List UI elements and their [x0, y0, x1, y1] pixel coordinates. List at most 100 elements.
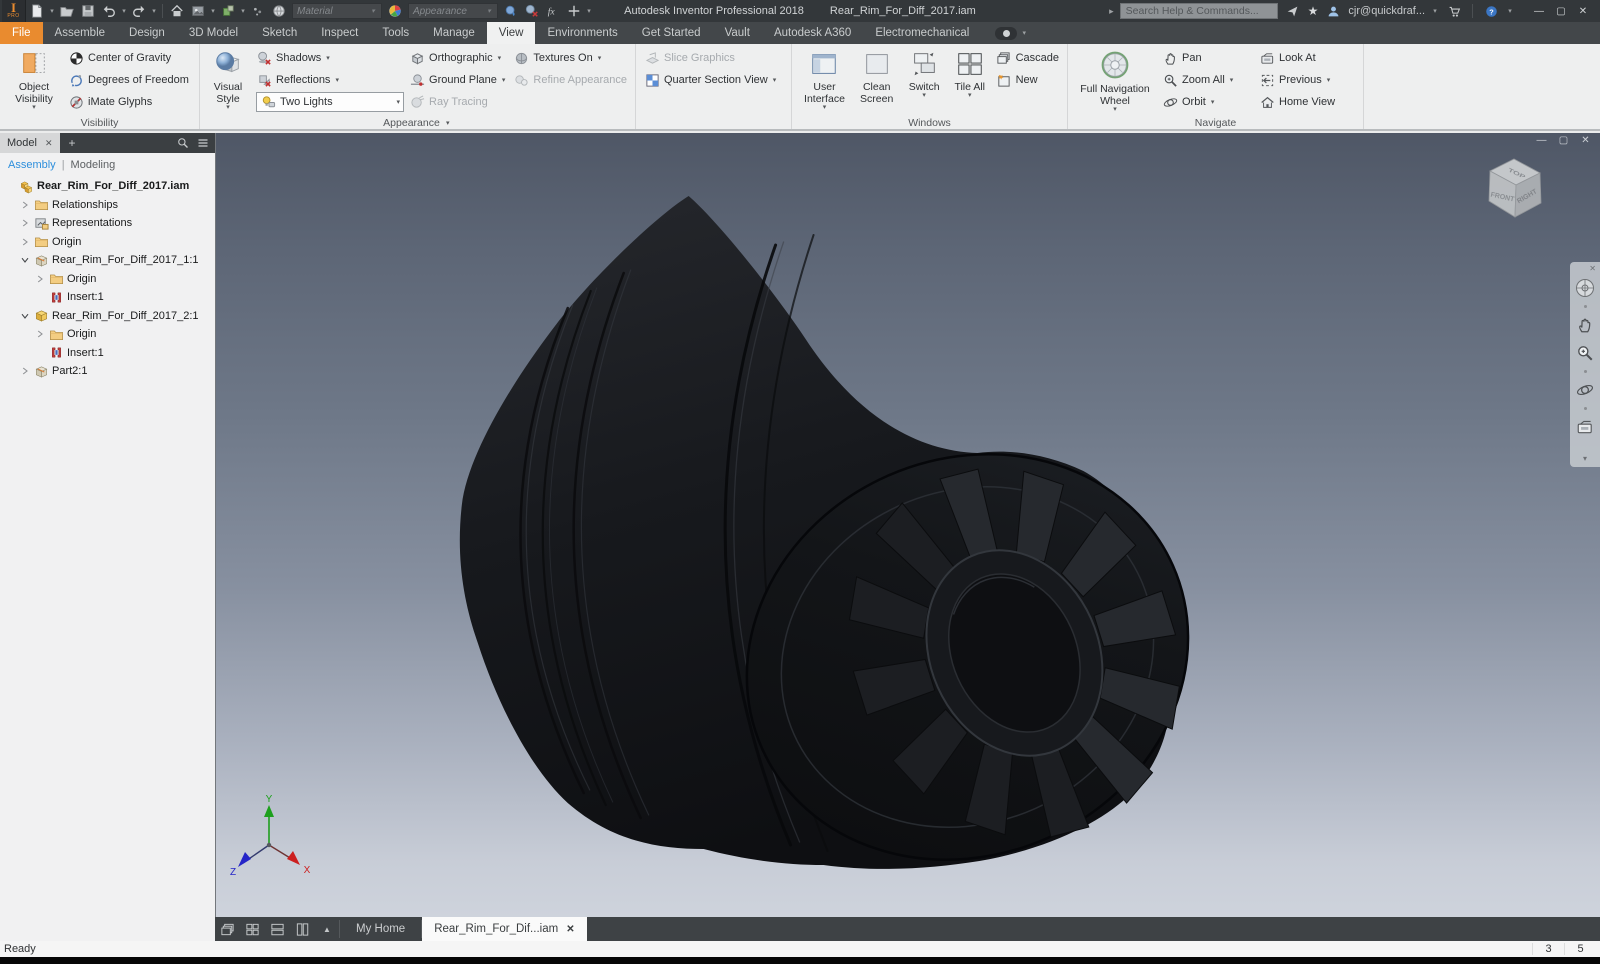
tree-expand-icon[interactable]	[19, 236, 30, 247]
tab-document[interactable]: Rear_Rim_For_Dif...iam ✕	[422, 917, 586, 941]
orbit-button[interactable]: Orbit▾	[1159, 91, 1254, 113]
ribbon-tab[interactable]: Environments	[535, 22, 629, 44]
switch-windows-button[interactable]: Switch ▾	[901, 47, 946, 99]
tree-expand-icon[interactable]	[19, 218, 30, 229]
clear-overrides-icon[interactable]	[522, 2, 542, 20]
ribbon-tab[interactable]: View	[487, 22, 536, 44]
user-avatar-icon[interactable]	[1324, 3, 1342, 19]
expand-up-icon[interactable]: ▲	[315, 917, 339, 941]
tree-row[interactable]: Rear_Rim_For_Diff_2017_2:1	[0, 307, 215, 326]
help-icon[interactable]: ?	[1482, 3, 1500, 19]
flyout-arrow-icon[interactable]: ▸	[1109, 6, 1114, 17]
group-label-appearance[interactable]: Appearance▾	[200, 117, 635, 129]
center-of-gravity-button[interactable]: Center of Gravity	[65, 47, 192, 69]
degrees-of-freedom-button[interactable]: Degrees of Freedom	[65, 69, 192, 91]
search-input[interactable]	[1120, 3, 1278, 19]
inventor-logo-icon[interactable]: IPRO	[2, 0, 26, 22]
tree-row[interactable]: Part2:1	[0, 362, 215, 381]
zoom-all-button[interactable]: Zoom All▾	[1159, 69, 1254, 91]
mode-assembly-link[interactable]: Assembly	[8, 159, 56, 171]
zoom-icon[interactable]	[1573, 341, 1597, 365]
appearance-dropdown[interactable]: Appearance▾	[408, 3, 498, 19]
close-icon[interactable]: ✕	[45, 138, 53, 149]
mode-modeling-link[interactable]: Modeling	[71, 159, 116, 171]
imate-glyphs-button[interactable]: iMate Glyphs	[65, 91, 192, 113]
ribbon-tab[interactable]: Inspect	[309, 22, 370, 44]
home-view-button[interactable]: Home View	[1256, 91, 1338, 113]
tree-row[interactable]: Rear_Rim_For_Diff_2017.iam	[0, 177, 215, 196]
new-window-button[interactable]: New	[993, 69, 1062, 91]
qat-customize-icon[interactable]: ▾	[585, 7, 593, 15]
tree-node-label[interactable]: Representations	[52, 217, 132, 229]
tree-node-label[interactable]: Rear_Rim_For_Diff_2017_1:1	[52, 254, 199, 266]
tree-node-label[interactable]: Origin	[67, 273, 96, 285]
redo-icon[interactable]	[129, 2, 149, 20]
restore-button[interactable]: ▢	[1550, 6, 1572, 17]
tree-expand-icon[interactable]	[19, 310, 30, 321]
search-icon[interactable]	[177, 137, 189, 149]
previous-view-button[interactable]: Previous▾	[1256, 69, 1338, 91]
tile-all-button[interactable]: Tile All ▾	[949, 47, 991, 99]
close-icon[interactable]: ✕	[1589, 264, 1596, 274]
ribbon-display-options[interactable]: ▾	[995, 22, 1028, 44]
tree-row[interactable]: Origin	[0, 325, 215, 344]
add-icon[interactable]	[564, 2, 584, 20]
close-icon[interactable]: ✕	[566, 924, 574, 935]
tree-node-label[interactable]: Relationships	[52, 199, 118, 211]
ribbon-tab[interactable]: 3D Model	[177, 22, 250, 44]
ribbon-tab[interactable]: Get Started	[630, 22, 713, 44]
tree-node-label[interactable]: Origin	[52, 236, 81, 248]
tree-expand-icon[interactable]	[4, 181, 15, 192]
undo-icon[interactable]	[99, 2, 119, 20]
tree-node-label[interactable]: Rear_Rim_For_Diff_2017_2:1	[52, 310, 199, 322]
home-icon[interactable]	[167, 2, 187, 20]
ground-plane-button[interactable]: Ground Plane▾	[406, 69, 508, 91]
visual-style-button[interactable]: Visual Style ▾	[205, 47, 251, 111]
hamburger-menu-icon[interactable]	[197, 137, 209, 149]
doc-close-button[interactable]: ✕	[1577, 135, 1594, 146]
viewcube[interactable]: TOP FRONT RIGHT	[1476, 149, 1552, 241]
3d-model-rear-rim[interactable]	[216, 133, 1600, 917]
browser-tab-model[interactable]: Model ✕	[0, 133, 60, 153]
material-browser-icon[interactable]	[269, 2, 289, 20]
chevron-down-icon[interactable]: ▾	[1431, 7, 1439, 15]
tree-node-label[interactable]: Part2:1	[52, 365, 87, 377]
color-wheel-icon[interactable]	[385, 2, 405, 20]
chevron-down-icon[interactable]: ▾	[150, 7, 158, 15]
tree-row[interactable]: Representations	[0, 214, 215, 233]
cascade-windows-icon[interactable]	[215, 917, 240, 941]
look-at-icon[interactable]	[1573, 415, 1597, 439]
object-visibility-button[interactable]: Object Visibility ▾	[5, 47, 63, 111]
chevron-down-icon[interactable]: ▾	[120, 7, 128, 15]
save-icon[interactable]	[78, 2, 98, 20]
look-at-button[interactable]: Look At	[1256, 47, 1338, 69]
ribbon-tab[interactable]: Manage	[421, 22, 487, 44]
tree-row[interactable]: Relationships	[0, 196, 215, 215]
render-icon[interactable]	[188, 2, 208, 20]
tree-row[interactable]: Origin	[0, 270, 215, 289]
material-dropdown[interactable]: Material▾	[292, 3, 382, 19]
vertical-tile-icon[interactable]	[290, 917, 315, 941]
tree-row[interactable]: Origin	[0, 233, 215, 252]
minimize-button[interactable]: —	[1528, 6, 1550, 17]
tree-row[interactable]: Rear_Rim_For_Diff_2017_1:1	[0, 251, 215, 270]
horizontal-tile-icon[interactable]	[265, 917, 290, 941]
cascade-button[interactable]: Cascade	[993, 47, 1062, 69]
refine-appearance-button[interactable]: Refine Appearance	[510, 69, 630, 91]
tree-node-label[interactable]: Rear_Rim_For_Diff_2017.iam	[37, 180, 189, 192]
quarter-section-view-button[interactable]: Quarter Section View▾	[641, 69, 779, 91]
textures-on-button[interactable]: Textures On▾	[510, 47, 630, 69]
doc-minimize-button[interactable]: —	[1533, 135, 1550, 146]
ribbon-tab[interactable]: Autodesk A360	[762, 22, 863, 44]
tree-expand-icon[interactable]	[19, 366, 30, 377]
chevron-down-icon[interactable]: ▾	[209, 7, 217, 15]
chevron-down-icon[interactable]: ▾	[48, 7, 56, 15]
ribbon-tab[interactable]: Tools	[370, 22, 421, 44]
ribbon-tab[interactable]: Design	[117, 22, 177, 44]
imate-dots-icon[interactable]	[248, 2, 268, 20]
ribbon-tab[interactable]: File	[0, 22, 43, 44]
close-button[interactable]: ✕	[1572, 6, 1594, 17]
navbar-menu-icon[interactable]: ▾	[1583, 454, 1587, 465]
ribbon-tab[interactable]: Sketch	[250, 22, 309, 44]
new-file-icon[interactable]	[27, 2, 47, 20]
